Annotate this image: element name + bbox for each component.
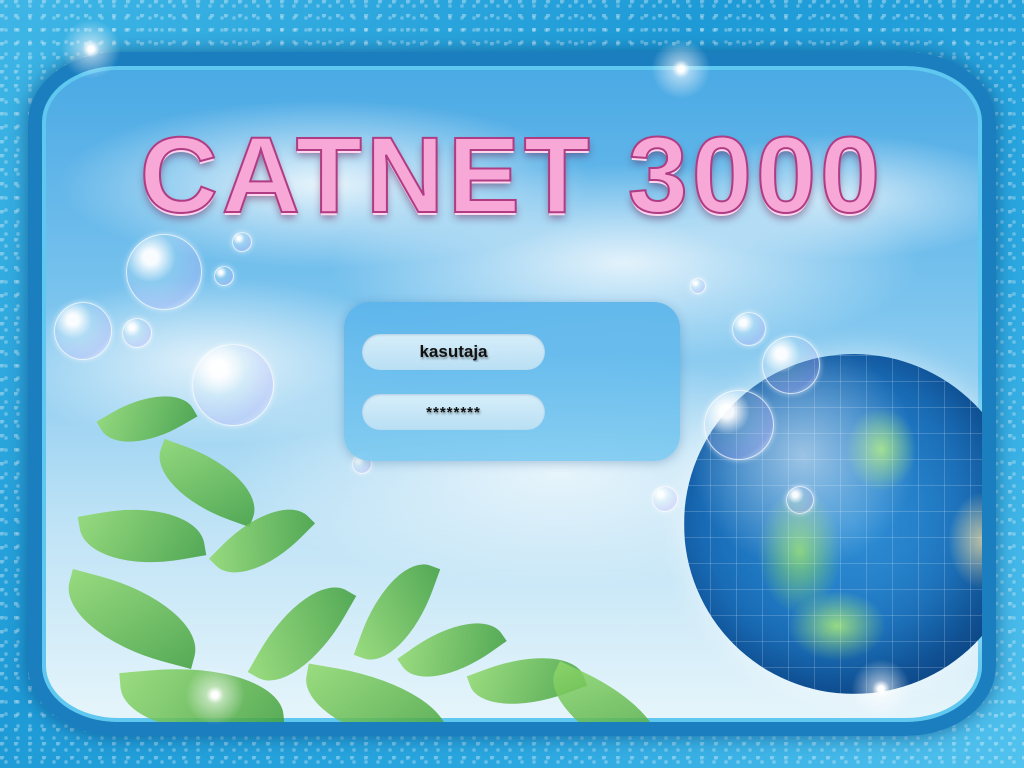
bubble-decoration — [54, 302, 112, 360]
bubble-decoration — [690, 278, 706, 294]
sparkle-decoration — [646, 34, 716, 104]
leaf-decoration — [77, 496, 207, 576]
bubble-decoration — [732, 312, 766, 346]
bubble-decoration — [762, 336, 820, 394]
leaf-decoration — [55, 569, 209, 669]
sparkle-decoration — [180, 660, 250, 730]
password-field[interactable] — [362, 394, 545, 430]
app-title: CATNET 3000 — [139, 113, 885, 236]
bubble-decoration — [126, 234, 202, 310]
bubble-decoration — [704, 390, 774, 460]
bubble-decoration — [192, 344, 274, 426]
leaf-decoration — [536, 661, 678, 722]
sparkle-decoration — [56, 14, 126, 84]
username-field[interactable] — [362, 334, 545, 370]
bubble-decoration — [122, 318, 152, 348]
bubble-decoration — [786, 486, 814, 514]
bubble-decoration — [652, 486, 678, 512]
login-panel — [344, 302, 680, 461]
login-screen: CATNET 3000 — [0, 0, 1024, 768]
sparkle-decoration — [846, 654, 916, 724]
bubble-decoration — [214, 266, 234, 286]
